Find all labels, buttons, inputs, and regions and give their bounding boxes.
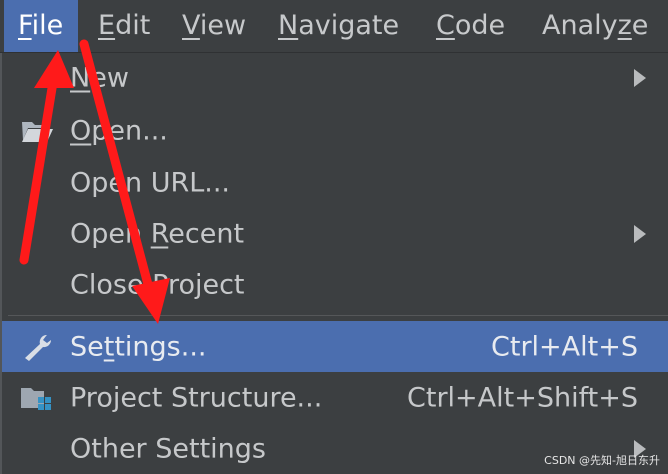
menu-item-open-recent[interactable]: Open Recent (2, 209, 668, 259)
menu-edit-mnemonic: E (98, 10, 116, 41)
menu-item-close-project-label: Close Project (70, 269, 245, 301)
folder-open-icon (20, 116, 54, 146)
menu-file[interactable]: File (4, 0, 78, 52)
menu-item-settings-shortcut: Ctrl+Alt+S (491, 331, 638, 362)
menu-item-open-recent-label: Open Recent (70, 219, 244, 250)
menu-item-open-text: pen... (91, 115, 168, 147)
menu-analyze-label-start: Analy (542, 10, 618, 41)
menu-item-new[interactable]: New (2, 53, 668, 103)
menu-item-open-recent-text-end: ecent (168, 218, 245, 250)
chevron-right-icon (634, 69, 646, 87)
menu-item-open-recent-mnemonic: R (150, 218, 169, 250)
menu-view-label: iew (199, 10, 247, 41)
menu-item-other-settings-label: Other Settings (70, 433, 266, 465)
menu-navigate[interactable]: Navigate (278, 0, 399, 52)
menu-item-open-url[interactable]: Open URL... (2, 158, 668, 208)
menu-navigate-label: avigate (298, 10, 400, 41)
menu-item-new-label: New (70, 63, 129, 94)
menu-edit[interactable]: Edit (98, 0, 150, 52)
wrench-icon (20, 332, 54, 362)
menu-item-project-structure[interactable]: Project Structure... Ctrl+Alt+Shift+S (2, 373, 668, 423)
menu-code-mnemonic: C (436, 10, 455, 41)
watermark: CSDN @先知-旭日东升 (544, 454, 660, 467)
menu-bar: File Edit View Navigate Code Analyze (0, 0, 668, 53)
project-structure-icon (20, 383, 54, 413)
menu-view-mnemonic: V (182, 10, 200, 41)
menu-item-settings[interactable]: Settings... Ctrl+Alt+S (2, 321, 668, 372)
menu-item-settings-text-end: tings... (114, 331, 207, 362)
menu-item-project-structure-label: Project Structure... (70, 382, 323, 414)
chevron-right-icon (634, 225, 646, 243)
menu-navigate-mnemonic: N (278, 10, 299, 41)
menu-analyze[interactable]: Analyze (542, 0, 648, 52)
menu-item-close-project[interactable]: Close Project (2, 260, 668, 310)
menu-item-open-mnemonic: O (70, 115, 92, 147)
menu-view[interactable]: View (182, 0, 246, 52)
menu-item-open-label: Open... (70, 116, 168, 147)
menu-analyze-mnemonic: z (617, 10, 632, 41)
file-menu-dropdown: New Open... Open URL... Open Recent Clos… (0, 53, 668, 474)
menu-item-new-text: ew (90, 62, 129, 94)
menu-file-label: ile (31, 10, 64, 41)
menu-edit-label: dit (115, 10, 151, 41)
menu-item-open[interactable]: Open... (2, 106, 668, 156)
menu-item-settings-label: Settings... (70, 331, 207, 362)
menu-code[interactable]: Code (436, 0, 505, 52)
menu-item-open-recent-text-start: Open (70, 218, 151, 250)
menu-item-settings-text-start: Se (70, 331, 104, 362)
menu-separator (8, 315, 668, 316)
menu-item-settings-mnemonic: t (103, 331, 115, 362)
menu-item-open-url-label: Open URL... (70, 167, 231, 199)
menu-code-label: ode (454, 10, 506, 41)
menu-file-mnemonic: F (18, 10, 32, 41)
menu-item-new-mnemonic: N (70, 62, 91, 94)
menu-item-project-structure-shortcut: Ctrl+Alt+Shift+S (407, 382, 638, 414)
menu-analyze-label-end: e (631, 10, 649, 41)
